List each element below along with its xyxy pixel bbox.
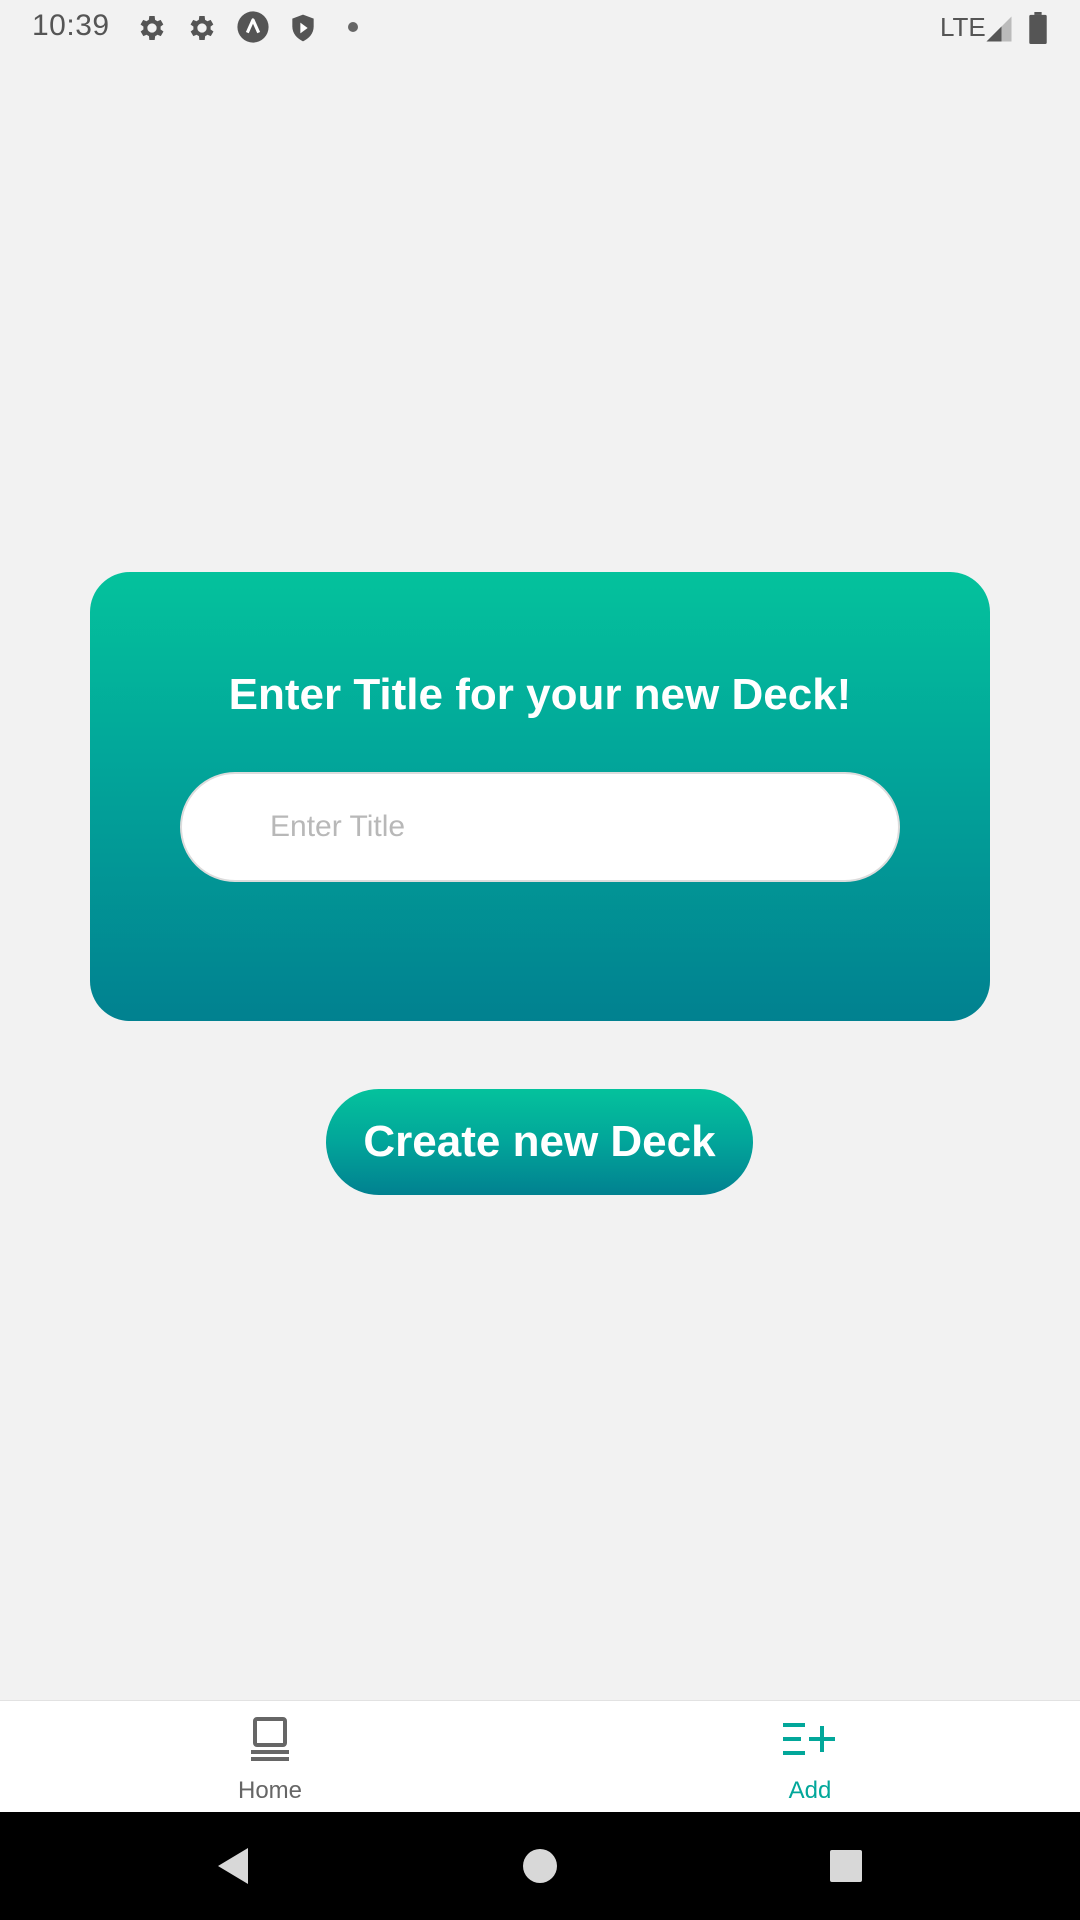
gear-icon: [136, 12, 168, 44]
nav-label-home: Home: [237, 1777, 303, 1804]
new-deck-card: Enter Title for your new Deck!: [90, 572, 990, 1021]
nav-tab-add[interactable]: Add: [540, 1701, 1080, 1813]
lambda-icon: [236, 10, 270, 44]
shield-play-icon: [287, 12, 319, 44]
card-heading: Enter Title for your new Deck!: [228, 670, 852, 719]
nav-label-add: Add: [788, 1777, 832, 1804]
bottom-nav: Home Add: [0, 1700, 1080, 1813]
home-circle-icon[interactable]: [516, 1842, 564, 1890]
nav-tab-home[interactable]: Home: [0, 1701, 540, 1813]
list-add-icon: [781, 1715, 839, 1763]
status-bar: 10:39 LTE: [0, 0, 1080, 54]
gear-icon: [186, 12, 218, 44]
create-deck-button[interactable]: Create new Deck: [326, 1089, 753, 1195]
system-nav-bar: [0, 1812, 1080, 1920]
deck-title-input[interactable]: [180, 772, 900, 882]
status-time: 10:39: [32, 9, 110, 42]
back-icon[interactable]: [210, 1842, 258, 1890]
network-type: LTE: [940, 12, 986, 42]
deck-stack-icon: [246, 1715, 294, 1763]
battery-icon: [1028, 12, 1048, 44]
recents-square-icon[interactable]: [822, 1842, 870, 1890]
signal-icon: [984, 14, 1014, 44]
dot-icon: [348, 22, 358, 32]
